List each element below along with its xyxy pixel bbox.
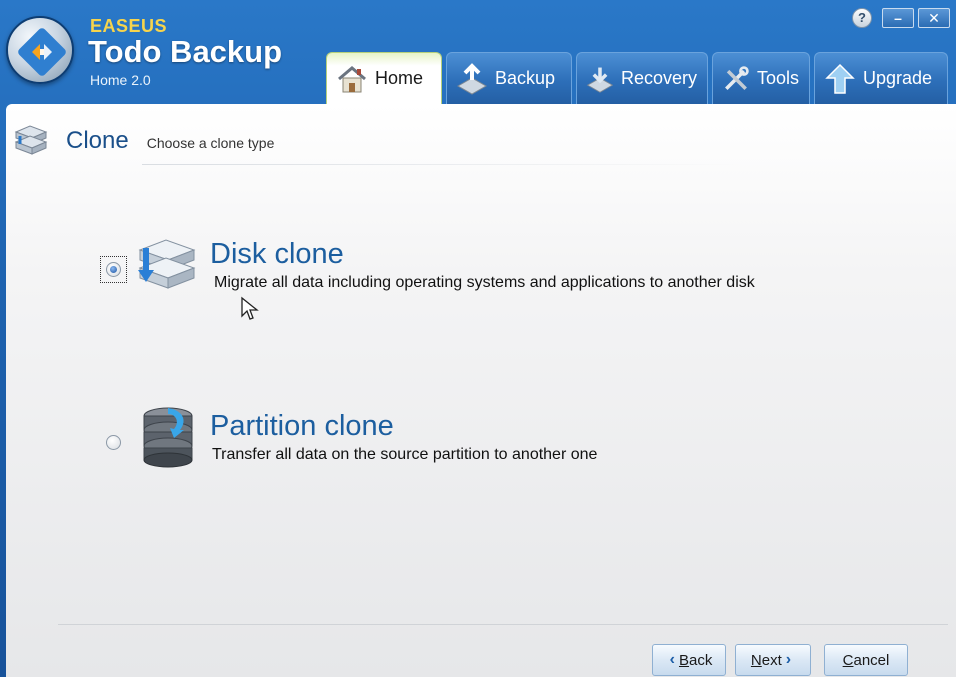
product-edition: Home 2.0 <box>90 72 151 88</box>
clone-icon <box>14 125 48 155</box>
upgrade-icon <box>825 63 855 94</box>
cancel-label-rest: ancel <box>853 651 890 669</box>
app-logo <box>6 16 74 84</box>
next-mnemonic: N <box>750 651 762 669</box>
help-button[interactable]: ? <box>852 8 872 28</box>
disk-icon <box>138 239 196 289</box>
minimize-button[interactable]: – <box>882 8 914 28</box>
page-header: Clone Choose a clone type <box>12 124 274 158</box>
main-tabs: Home Backup Recovery Tools Upgrade <box>326 52 948 104</box>
page-subtitle: Choose a clone type <box>146 135 275 151</box>
content-panel: Clone Choose a clone type Disk clone Mig… <box>6 104 956 677</box>
tab-label: Tools <box>756 68 799 88</box>
tab-home[interactable]: Home <box>326 52 442 104</box>
logo-arrows-icon <box>18 28 66 76</box>
next-label-rest: ext <box>761 651 782 669</box>
tab-label: Home <box>375 68 424 88</box>
tab-backup[interactable]: Backup <box>446 52 572 104</box>
home-icon <box>338 65 366 92</box>
partition-clone-radio[interactable] <box>106 435 121 450</box>
tab-tools[interactable]: Tools <box>712 52 810 104</box>
disk-clone-title[interactable]: Disk clone <box>210 238 344 271</box>
back-mnemonic: B <box>678 651 689 669</box>
tab-label: Backup <box>495 68 556 88</box>
product-name: Todo Backup <box>88 34 283 69</box>
next-button[interactable]: Next › <box>735 644 811 676</box>
back-label-rest: ack <box>689 651 713 669</box>
chevron-left-icon: ‹ <box>669 651 675 668</box>
recovery-icon <box>586 67 614 93</box>
tab-recovery[interactable]: Recovery <box>576 52 708 104</box>
window-controls: ? – ✕ <box>852 8 950 28</box>
tools-icon <box>725 65 749 90</box>
tab-label: Recovery <box>620 68 697 88</box>
tab-label: Upgrade <box>863 68 933 88</box>
footer-divider <box>58 624 948 625</box>
cancel-button[interactable]: Cancel <box>824 644 908 676</box>
partition-icon <box>143 407 193 468</box>
partition-clone-description: Transfer all data on the source partitio… <box>212 446 598 463</box>
back-button[interactable]: ‹ Back <box>652 644 726 676</box>
close-button[interactable]: ✕ <box>918 8 950 28</box>
cancel-mnemonic: C <box>842 651 854 669</box>
app-window: EASEUS Todo Backup Home 2.0 ? – ✕ Home B… <box>0 0 956 677</box>
disk-clone-description: Migrate all data including operating sys… <box>214 274 755 291</box>
page-title: Clone <box>66 127 129 154</box>
mouse-cursor-icon <box>241 296 259 320</box>
chevron-right-icon: › <box>785 651 792 668</box>
disk-clone-radio[interactable] <box>106 262 121 277</box>
header-divider <box>142 164 742 165</box>
backup-icon <box>456 62 488 95</box>
partition-clone-title[interactable]: Partition clone <box>210 410 394 443</box>
tab-upgrade[interactable]: Upgrade <box>814 52 948 104</box>
